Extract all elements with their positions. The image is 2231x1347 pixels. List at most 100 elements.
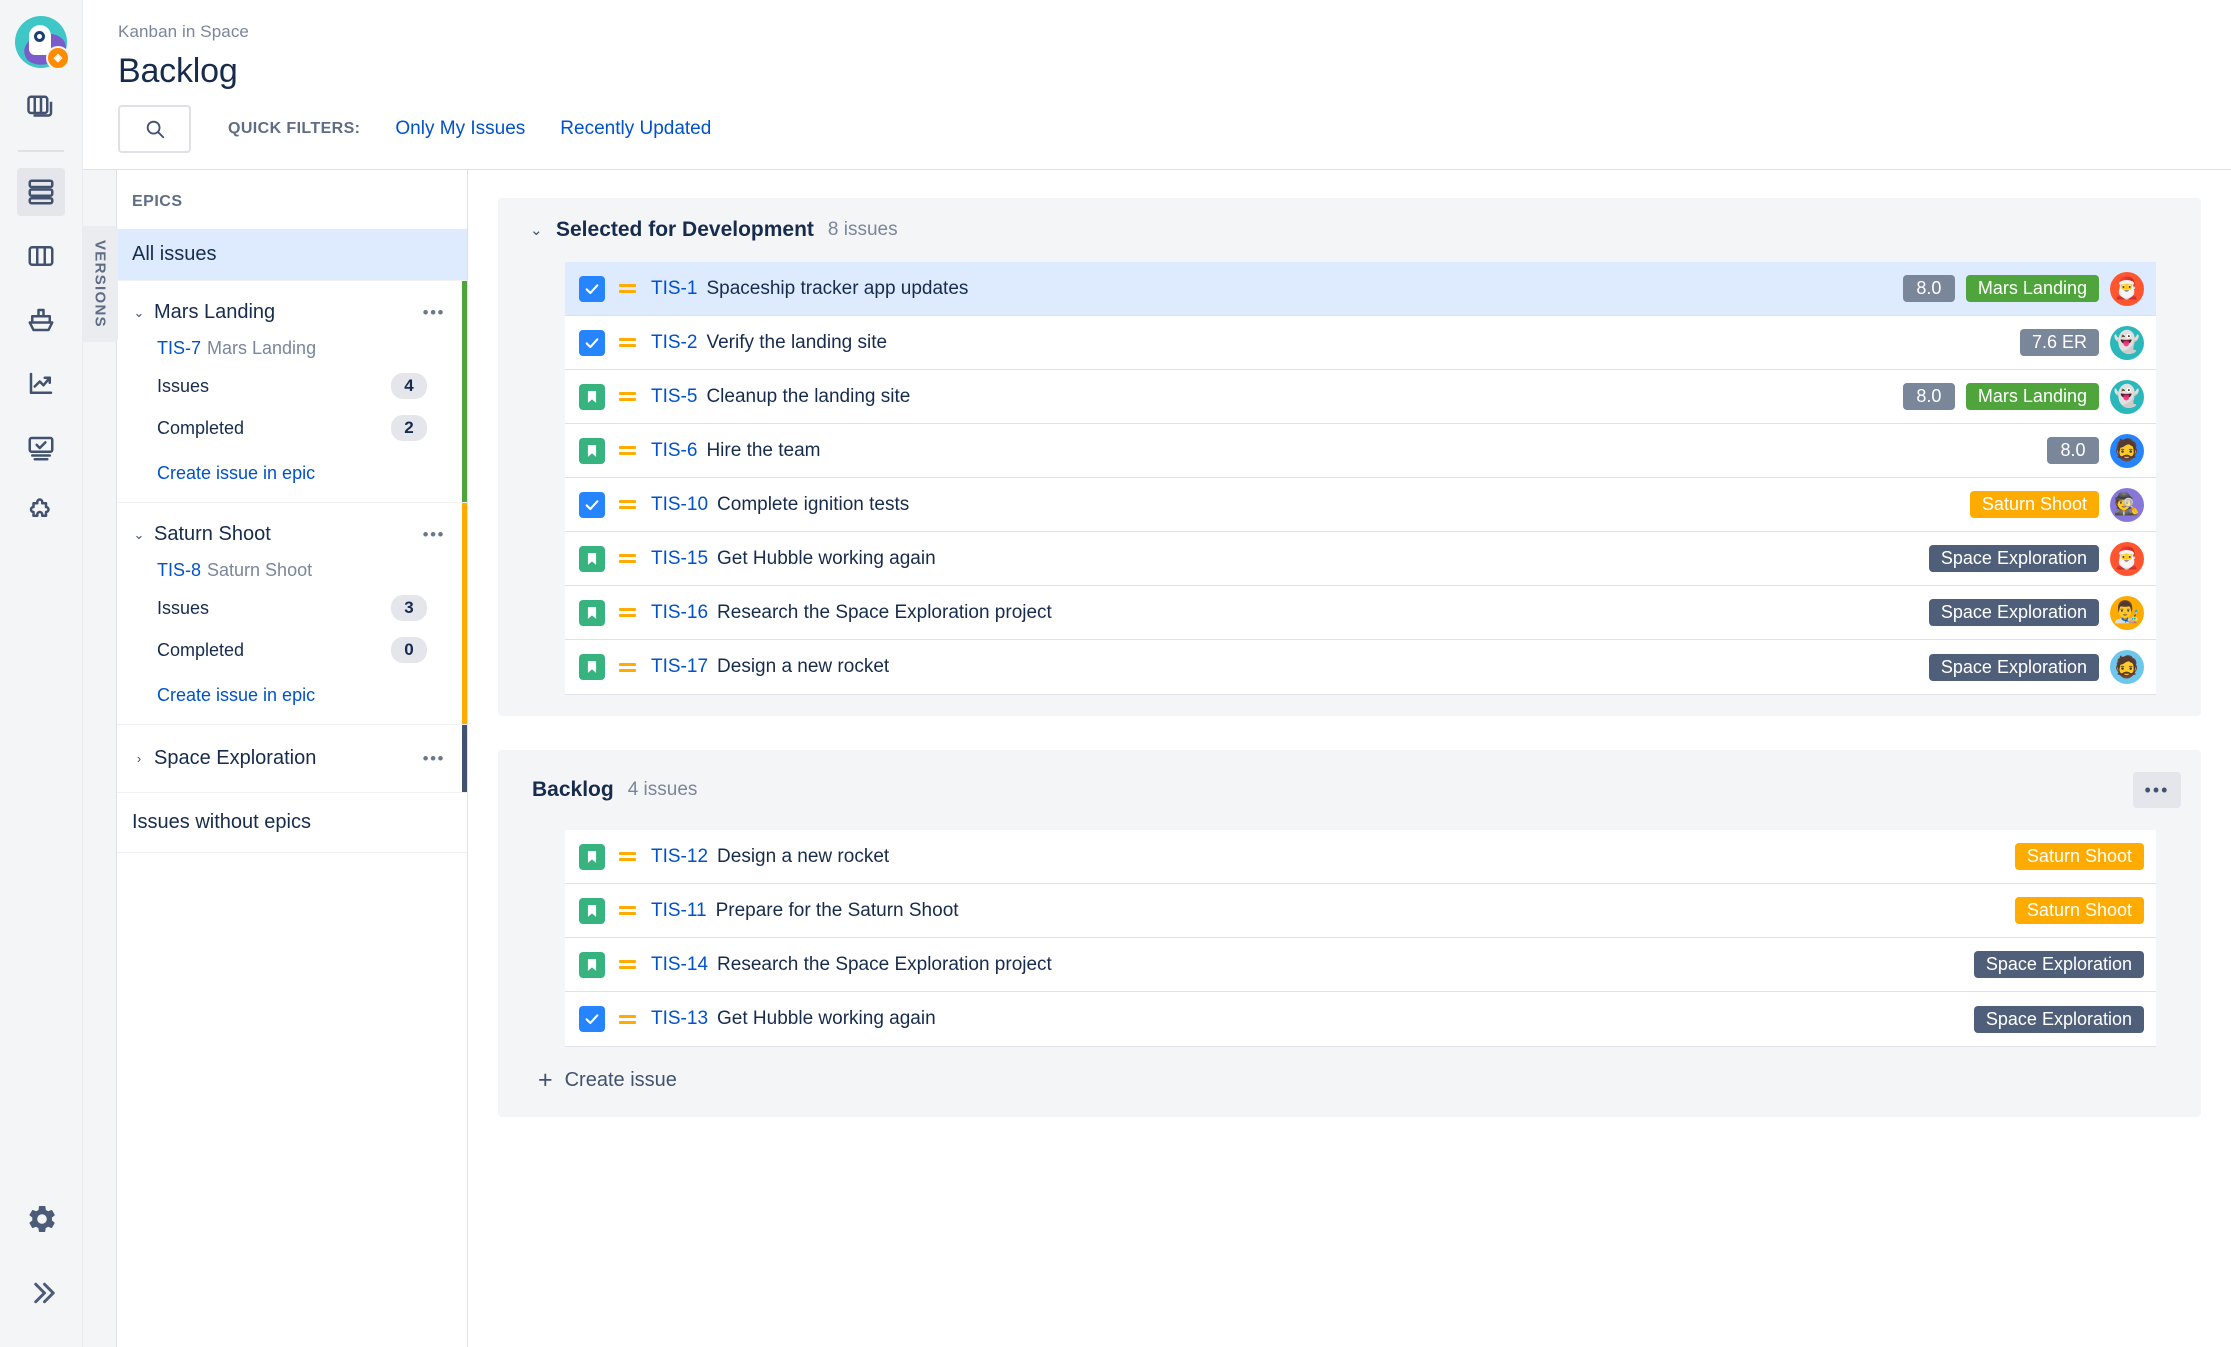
issue-key-link[interactable]: TIS-6 [651, 440, 697, 462]
chevron-right-icon[interactable]: › [129, 751, 149, 766]
epics-panel-heading: EPICS [132, 193, 183, 210]
epic-key-link[interactable]: TIS-8 [157, 560, 201, 580]
create-issue-in-epic-link[interactable]: Create issue in epic [117, 671, 467, 708]
epic-header-space-exploration[interactable]: › Space Exploration ••• [117, 741, 467, 776]
versions-tab[interactable]: VERSIONS [82, 170, 118, 1347]
issue-epic-lozenge[interactable]: Saturn Shoot [2014, 897, 2144, 924]
create-issue-button[interactable]: + Create issue [518, 1046, 2181, 1093]
priority-medium-icon [617, 662, 637, 672]
chevron-down-icon[interactable]: ⌄ [129, 527, 149, 543]
issue-key-link[interactable]: TIS-11 [651, 900, 707, 922]
issue-row-tis-5[interactable]: TIS-5 Cleanup the landing site 8.0 Mars Lan… [565, 370, 2156, 424]
issue-row-tis-12[interactable]: TIS-12 Design a new rocket Saturn Shoot [565, 830, 2156, 884]
epic-more-menu-icon[interactable]: ••• [423, 749, 445, 769]
epics-panel: EPICS All issues ⌄ Mars Landing ••• TIS-… [117, 170, 468, 1347]
issue-row-tis-15[interactable]: TIS-15 Get Hubble working again Space Expl… [565, 532, 2156, 586]
issue-row-tis-10[interactable]: TIS-10 Complete ignition tests Saturn Shoo… [565, 478, 2156, 532]
assignee-avatar[interactable]: 🎅 [2110, 541, 2144, 576]
issue-key-link[interactable]: TIS-12 [651, 846, 708, 868]
priority-medium-icon [617, 1014, 637, 1024]
issue-row-tis-6[interactable]: TIS-6 Hire the team 8.0 🧔 [565, 424, 2156, 478]
section-title: Selected for Development [556, 218, 814, 241]
sidebar-item-backlog[interactable] [17, 168, 65, 216]
project-avatar-rocket-icon[interactable]: ◈ [15, 16, 70, 70]
epic-issues-count: 4 [391, 373, 427, 399]
issue-epic-lozenge[interactable]: Saturn Shoot [2014, 843, 2144, 870]
assignee-avatar[interactable]: 👻 [2110, 325, 2144, 360]
issue-row-tis-13[interactable]: TIS-13 Get Hubble working again Space Expl… [565, 992, 2156, 1046]
issue-row-meta: Saturn Shoot 🕵️ [1969, 487, 2144, 522]
epic-header-mars-landing[interactable]: ⌄ Mars Landing ••• [117, 295, 467, 330]
issue-epic-lozenge[interactable]: Mars Landing [1965, 275, 2099, 302]
sidebar-item-releases-ship-icon[interactable] [17, 296, 65, 344]
epic-key-link[interactable]: TIS-7 [157, 338, 201, 358]
issue-key-link[interactable]: TIS-5 [651, 386, 697, 408]
backlog-main-content: ⌄ Selected for Development 8 issues TIS-… [468, 170, 2231, 1347]
issue-row-meta: 8.0 🧔 [2047, 433, 2144, 468]
quick-filter-recently-updated[interactable]: Recently Updated [560, 118, 711, 140]
breadcrumb[interactable]: Kanban in Space [118, 22, 2231, 42]
issue-epic-lozenge[interactable]: Saturn Shoot [1969, 491, 2099, 518]
issue-summary: Verify the landing site [706, 331, 888, 353]
epic-key-row: TIS-8 Saturn Shoot [117, 552, 467, 587]
issue-epic-lozenge[interactable]: Space Exploration [1928, 653, 2099, 681]
issue-epic-lozenge[interactable]: Mars Landing [1965, 383, 2099, 410]
search-input[interactable] [118, 105, 191, 153]
assignee-avatar[interactable]: 👻 [2110, 379, 2144, 414]
issue-key-link[interactable]: TIS-14 [651, 954, 708, 976]
issue-estimate-badge[interactable]: 8.0 [2047, 437, 2099, 464]
section-collapse-chevron-icon[interactable]: ⌄ [530, 221, 552, 239]
priority-medium-icon [617, 446, 637, 455]
issue-row-tis-16[interactable]: TIS-16 Research the Space Exploration pro… [565, 586, 2156, 640]
search-icon [146, 120, 164, 139]
assignee-avatar[interactable]: 🕵️ [2110, 487, 2144, 522]
issue-epic-lozenge[interactable]: Space Exploration [1973, 1005, 2144, 1033]
sidebar-item-issues-monitor-icon[interactable] [17, 424, 65, 472]
assignee-avatar[interactable]: 🧔 [2110, 433, 2144, 468]
epics-filter-issues-without-epics[interactable]: Issues without epics [117, 792, 467, 853]
issue-estimate-badge[interactable]: 8.0 [1902, 383, 1955, 410]
issue-epic-lozenge[interactable]: Space Exploration [1973, 951, 2144, 978]
issue-estimate-badge[interactable]: 8.0 [1902, 275, 1955, 302]
issue-row-meta: 7.6 ER 👻 [2019, 325, 2144, 360]
left-nav-rail: ◈ [0, 0, 83, 1347]
assignee-avatar[interactable]: 🧔 [2110, 650, 2144, 684]
sidebar-item-board[interactable] [17, 232, 65, 280]
issue-row-tis-11[interactable]: TIS-11 Prepare for the Saturn Shoot Saturn… [565, 884, 2156, 938]
sidebar-item-add-item-puzzle-icon[interactable] [17, 488, 65, 536]
issue-key-link[interactable]: TIS-1 [651, 278, 697, 300]
assignee-avatar[interactable]: 🎅 [2110, 271, 2144, 306]
sidebar-item-reports-chart-icon[interactable] [17, 360, 65, 408]
epic-more-menu-icon[interactable]: ••• [423, 525, 445, 545]
epic-more-menu-icon[interactable]: ••• [423, 303, 445, 323]
issue-row-tis-17[interactable]: TIS-17 Design a new rocket Space Explorati… [565, 640, 2156, 694]
issue-epic-lozenge[interactable]: Space Exploration [1928, 545, 2099, 572]
boards-icon[interactable] [17, 84, 65, 132]
issue-epic-lozenge[interactable]: Space Exploration [1928, 599, 2099, 626]
priority-medium-icon [617, 852, 637, 861]
issue-key-link[interactable]: TIS-17 [651, 656, 708, 678]
issue-key-link[interactable]: TIS-15 [651, 548, 708, 570]
quick-filter-only-my-issues[interactable]: Only My Issues [395, 118, 525, 140]
issue-row-tis-14[interactable]: TIS-14 Research the Space Exploration pro… [565, 938, 2156, 992]
issue-summary: Design a new rocket [717, 656, 890, 677]
issue-estimate-badge[interactable]: 7.6 ER [2019, 329, 2099, 356]
task-checkbox-icon [579, 275, 605, 302]
epic-header-saturn-shoot[interactable]: ⌄ Saturn Shoot ••• [117, 517, 467, 552]
task-checkbox-icon [579, 491, 605, 518]
chevron-down-icon[interactable]: ⌄ [129, 305, 149, 321]
issue-row-tis-2[interactable]: TIS-2 Verify the landing site 7.6 ER 👻 [565, 316, 2156, 370]
story-bookmark-icon [579, 437, 605, 464]
assignee-avatar[interactable]: 👨‍🎨 [2110, 595, 2144, 630]
issue-key-link[interactable]: TIS-13 [651, 1008, 708, 1030]
issue-row-tis-1[interactable]: TIS-1 Spaceship tracker app updates 8.0 Mar… [565, 262, 2156, 316]
create-issue-in-epic-link[interactable]: Create issue in epic [117, 449, 467, 486]
issue-key-link[interactable]: TIS-16 [651, 602, 708, 624]
project-settings-gear-icon[interactable] [18, 1195, 66, 1243]
issue-key-link[interactable]: TIS-10 [651, 494, 708, 516]
issue-row-meta: Space Exploration 🧔 [1928, 650, 2144, 684]
backlog-more-menu-button[interactable]: ••• [2133, 772, 2181, 808]
expand-sidebar-icon[interactable] [18, 1269, 66, 1317]
issue-key-link[interactable]: TIS-2 [651, 332, 697, 354]
epics-filter-all-issues[interactable]: All issues [117, 229, 467, 280]
